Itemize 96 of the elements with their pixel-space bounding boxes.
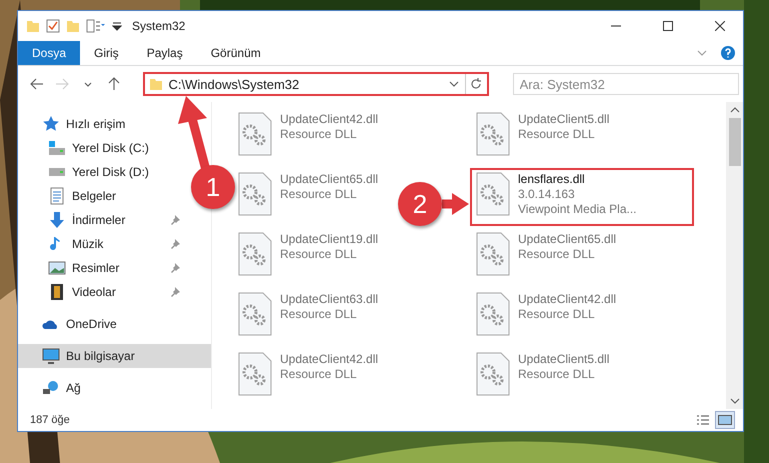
dll-file-icon (238, 172, 272, 216)
scrollbar-thumb[interactable] (728, 118, 740, 166)
pin-icon[interactable] (170, 239, 180, 249)
document-icon (48, 187, 66, 205)
file-detail: 3.0.14.163 (518, 187, 576, 202)
file-detail: Resource DLL (280, 187, 358, 202)
file-item[interactable]: UpdateClient63.dll Resource DLL (234, 290, 382, 338)
chevron-up-icon[interactable] (730, 106, 740, 114)
window-title: System32 (132, 19, 186, 33)
network-icon (42, 379, 60, 397)
dll-file-icon (476, 112, 510, 156)
ribbon-tab[interactable]: Dosya (18, 41, 80, 65)
file-detail: Resource DLL (280, 247, 358, 262)
sidebar-item[interactable]: Hızlı erişim (18, 112, 211, 136)
pin-icon[interactable] (170, 263, 180, 273)
dll-file-icon (476, 232, 510, 276)
large-icons-view-button[interactable] (715, 411, 735, 429)
drive-icon (48, 139, 66, 157)
address-path: C:\Windows\System32 (168, 76, 300, 92)
item-count: 187 öğe (30, 414, 71, 426)
image-icon (48, 259, 66, 277)
address-bar[interactable]: C:\Windows\System32 (142, 72, 489, 96)
file-name: UpdateClient19.dll (280, 232, 378, 247)
sidebar-item[interactable]: Yerel Disk (C:) (18, 136, 184, 160)
chevron-down-icon[interactable] (730, 397, 740, 405)
folder-icon (148, 77, 162, 91)
chevron-down-icon (84, 82, 92, 86)
forward-arrow-icon (55, 78, 70, 90)
dll-file-icon (238, 112, 272, 156)
sidebar-item[interactable]: İndirmeler (18, 208, 184, 232)
file-item[interactable]: UpdateClient5.dll Resource DLL (472, 110, 614, 158)
sidebar-item[interactable]: Müzik (18, 232, 184, 256)
dropdown-icon[interactable] (112, 21, 122, 31)
file-name: UpdateClient42.dll (280, 352, 378, 367)
monitor-icon (42, 347, 60, 365)
file-name: UpdateClient5.dll (518, 352, 610, 367)
drive-icon (48, 168, 66, 176)
refresh-icon (470, 78, 482, 90)
sidebar-item[interactable]: Resimler (18, 256, 184, 280)
file-detail: Resource DLL (280, 127, 358, 142)
dll-file-icon (238, 352, 272, 396)
file-item[interactable]: UpdateClient65.dll Resource DLL (472, 230, 620, 278)
ribbon-tab[interactable]: Paylaş (132, 41, 197, 65)
file-name: UpdateClient42.dll (518, 292, 616, 307)
ribbon-tab[interactable]: Giriş (80, 41, 133, 65)
file-item[interactable]: UpdateClient19.dll Resource DLL (234, 230, 382, 278)
file-item[interactable]: UpdateClient42.dll Resource DLL (234, 110, 382, 158)
file-item[interactable]: UpdateClient42.dll Resource DLL (234, 350, 382, 398)
minimize-icon (611, 25, 621, 27)
dll-file-icon (476, 172, 510, 216)
sidebar-item[interactable]: Yerel Disk (D:) (18, 160, 184, 184)
dll-file-icon (238, 232, 272, 276)
search-field[interactable]: Ara: System32 (512, 73, 739, 95)
file-detail: Resource DLL (518, 247, 596, 262)
checklist-icon[interactable] (46, 19, 60, 33)
dll-file-icon (476, 292, 510, 336)
file-item[interactable]: UpdateClient5.dll Resource DLL (472, 350, 614, 398)
back-arrow-icon (30, 78, 44, 90)
ribbon-tab[interactable]: Görünüm (196, 41, 275, 65)
file-item[interactable]: UpdateClient65.dll Resource DLL (234, 170, 382, 218)
sidebar-item[interactable]: Videolar (18, 280, 184, 304)
maximize-icon (663, 21, 673, 31)
pin-icon[interactable] (170, 215, 180, 225)
file-name: UpdateClient65.dll (518, 232, 616, 247)
file-detail: Resource DLL (518, 127, 596, 142)
sidebar-item[interactable]: Bu bilgisayar (18, 344, 211, 368)
close-icon (715, 21, 725, 31)
file-item[interactable]: UpdateClient42.dll Resource DLL (472, 290, 620, 338)
properties-icon[interactable] (86, 19, 106, 33)
help-icon[interactable] (721, 46, 735, 60)
file-name: UpdateClient5.dll (518, 112, 610, 127)
file-detail: Resource DLL (518, 367, 596, 382)
file-item[interactable]: lensflares.dll 3.0.14.163 Viewpoint Media Pla... (472, 170, 692, 224)
arrow (442, 193, 469, 215)
list-icon (696, 415, 710, 425)
chevron-down-icon[interactable] (448, 81, 459, 87)
file-detail: Resource DLL (280, 367, 358, 382)
file-name: UpdateClient65.dll (280, 172, 378, 187)
sidebar-item[interactable]: Ağ (18, 376, 211, 400)
dll-file-icon (238, 292, 272, 336)
pin-icon[interactable] (170, 287, 180, 297)
scrollbar[interactable] (726, 102, 743, 409)
sidebar-item[interactable]: Belgeler (18, 184, 184, 208)
file-name: lensflares.dll (518, 172, 586, 187)
up-arrow-icon (108, 77, 120, 91)
film-icon (48, 283, 66, 301)
sidebar-item[interactable]: OneDrive (18, 312, 211, 336)
tile-icon (718, 415, 732, 425)
file-detail: Viewpoint Media Pla... (518, 202, 637, 217)
download-icon (48, 211, 66, 229)
star-icon (42, 115, 60, 133)
file-name: UpdateClient42.dll (280, 112, 378, 127)
file-detail: Resource DLL (518, 307, 596, 322)
file-detail: Resource DLL (280, 307, 358, 322)
file-name: UpdateClient63.dll (280, 292, 378, 307)
dll-file-icon (476, 352, 510, 396)
